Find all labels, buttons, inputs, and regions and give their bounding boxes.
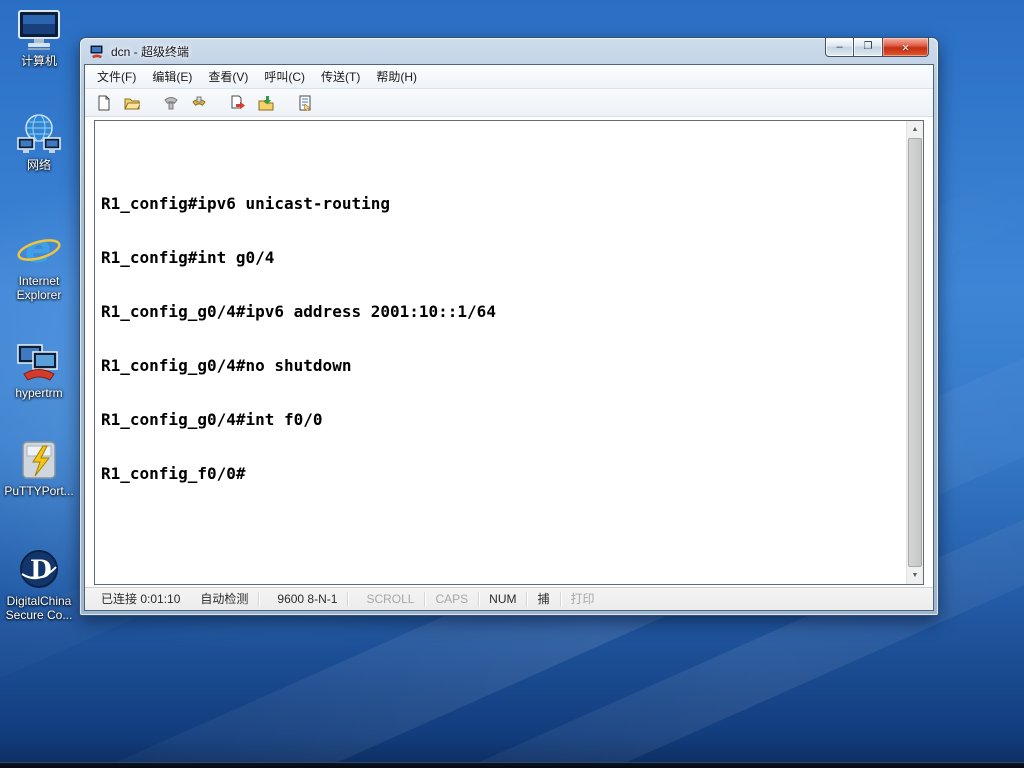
svg-text:D: D [30,555,52,584]
internet-explorer-icon: e [2,228,76,272]
terminal-frame: R1_config#ipv6 unicast-routing R1_config… [94,120,924,585]
desktop-icon-label: DigitalChina Secure Co... [5,594,73,622]
desktop-icon-label: Internet Explorer [16,274,62,302]
status-capture: 捕 [527,591,561,607]
terminal-line: R1_config_g0/4#ipv6 address 2001:10::1/6… [101,302,496,321]
terminal-line: R1_config_f0/0# [101,464,246,483]
menubar: 文件(F) 编辑(E) 查看(V) 呼叫(C) 传送(T) 帮助(H) [85,65,933,89]
status-connected: 已连接 0:01:10 [101,591,181,606]
vertical-scrollbar[interactable]: ▲ ▼ [906,121,923,584]
call-phone-icon [164,96,178,109]
call-button[interactable] [158,91,184,115]
status-caps: CAPS [425,591,480,607]
minimize-button[interactable]: – [825,38,854,57]
terminal-line: R1_config_g0/4#no shutdown [101,356,352,375]
status-num: NUM [479,591,528,607]
scrollbar-thumb[interactable] [908,138,922,567]
computer-icon [2,8,76,52]
hangup-phone-icon [192,96,206,106]
status-baud: 9600 8-N-1 [267,591,349,607]
menu-call[interactable]: 呼叫(C) [256,64,313,89]
desktop-icon-label: PuTTYPort... [4,484,74,498]
desktop-icon-hypertrm[interactable]: hypertrm [2,340,76,400]
disconnect-button[interactable] [186,91,212,115]
terminal-line: R1_config#ipv6 unicast-routing [101,194,390,213]
scroll-up-arrow-icon[interactable]: ▲ [907,121,923,138]
network-icon [2,112,76,156]
receive-file-icon [258,95,274,110]
terminal-line: R1_config_g0/4#int f0/0 [101,410,323,429]
desktop-icon-digitalchina[interactable]: D DigitalChina Secure Co... [2,548,76,622]
desktop-icon-label: hypertrm [15,386,63,400]
scroll-down-arrow-icon[interactable]: ▼ [907,567,923,584]
close-button[interactable]: × [883,38,929,57]
status-scroll: SCROLL [356,591,426,607]
terminal-output[interactable]: R1_config#ipv6 unicast-routing R1_config… [95,121,906,584]
toolbar [85,89,933,117]
terminal-line: R1_config#int g0/4 [101,248,275,267]
open-folder-icon [124,98,140,109]
status-print: 打印 [570,591,595,606]
menu-help[interactable]: 帮助(H) [368,64,425,89]
send-button[interactable] [225,91,251,115]
desktop-icon-puttyport[interactable]: PuTTYPort... [2,438,76,498]
menu-view[interactable]: 查看(V) [200,64,256,89]
receive-button[interactable] [253,91,279,115]
app-icon [89,43,105,59]
titlebar[interactable]: dcn - 超级终端 – ❐ × [80,38,938,64]
status-autodetect: 自动检测 [190,591,260,607]
desktop-icon-label: 网络 [26,158,51,172]
svg-text:e: e [25,228,51,271]
menu-file[interactable]: 文件(F) [89,64,144,89]
new-document-icon [98,95,110,110]
window-controls: – ❐ × [825,38,929,57]
taskbar-edge[interactable] [0,762,1024,768]
menu-transfer[interactable]: 传送(T) [313,64,368,89]
menu-edit[interactable]: 编辑(E) [144,64,200,89]
window-client-area: 文件(F) 编辑(E) 查看(V) 呼叫(C) 传送(T) 帮助(H) R1_c… [84,64,934,611]
new-connection-button[interactable] [91,91,117,115]
putty-icon [2,438,76,482]
digitalchina-icon: D [2,548,76,592]
hyperterminal-window: dcn - 超级终端 – ❐ × 文件(F) 编辑(E) 查看(V) 呼叫(C)… [80,38,938,615]
properties-button[interactable] [292,91,318,115]
statusbar: 已连接 0:01:10 自动检测 9600 8-N-1 SCROLL CAPS … [85,587,933,610]
desktop-icon-label: 计算机 [20,54,57,68]
desktop-icon-computer[interactable]: 计算机 [2,8,76,68]
window-title: dcn - 超级终端 [111,44,190,59]
desktop-icon-network[interactable]: 网络 [2,112,76,172]
open-button[interactable] [119,91,145,115]
hyperterminal-icon [2,340,76,384]
maximize-button[interactable]: ❐ [854,38,883,57]
desktop-icon-internet-explorer[interactable]: e Internet Explorer [2,228,76,302]
properties-icon [299,95,312,111]
send-file-icon [231,95,245,109]
